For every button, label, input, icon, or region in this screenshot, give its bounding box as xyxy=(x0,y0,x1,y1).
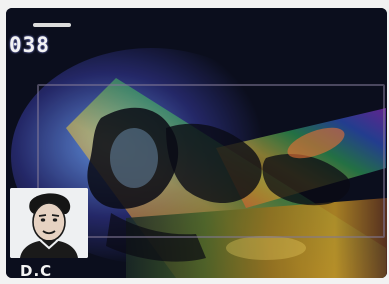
player-portrait xyxy=(10,188,88,258)
game-screen: 038 D.C xyxy=(0,0,389,284)
top-status-bar xyxy=(33,23,71,27)
score-counter: 038 xyxy=(9,33,50,57)
face-icon xyxy=(10,188,88,258)
playfield-border xyxy=(37,84,385,238)
player-initials: D.C xyxy=(20,262,53,280)
